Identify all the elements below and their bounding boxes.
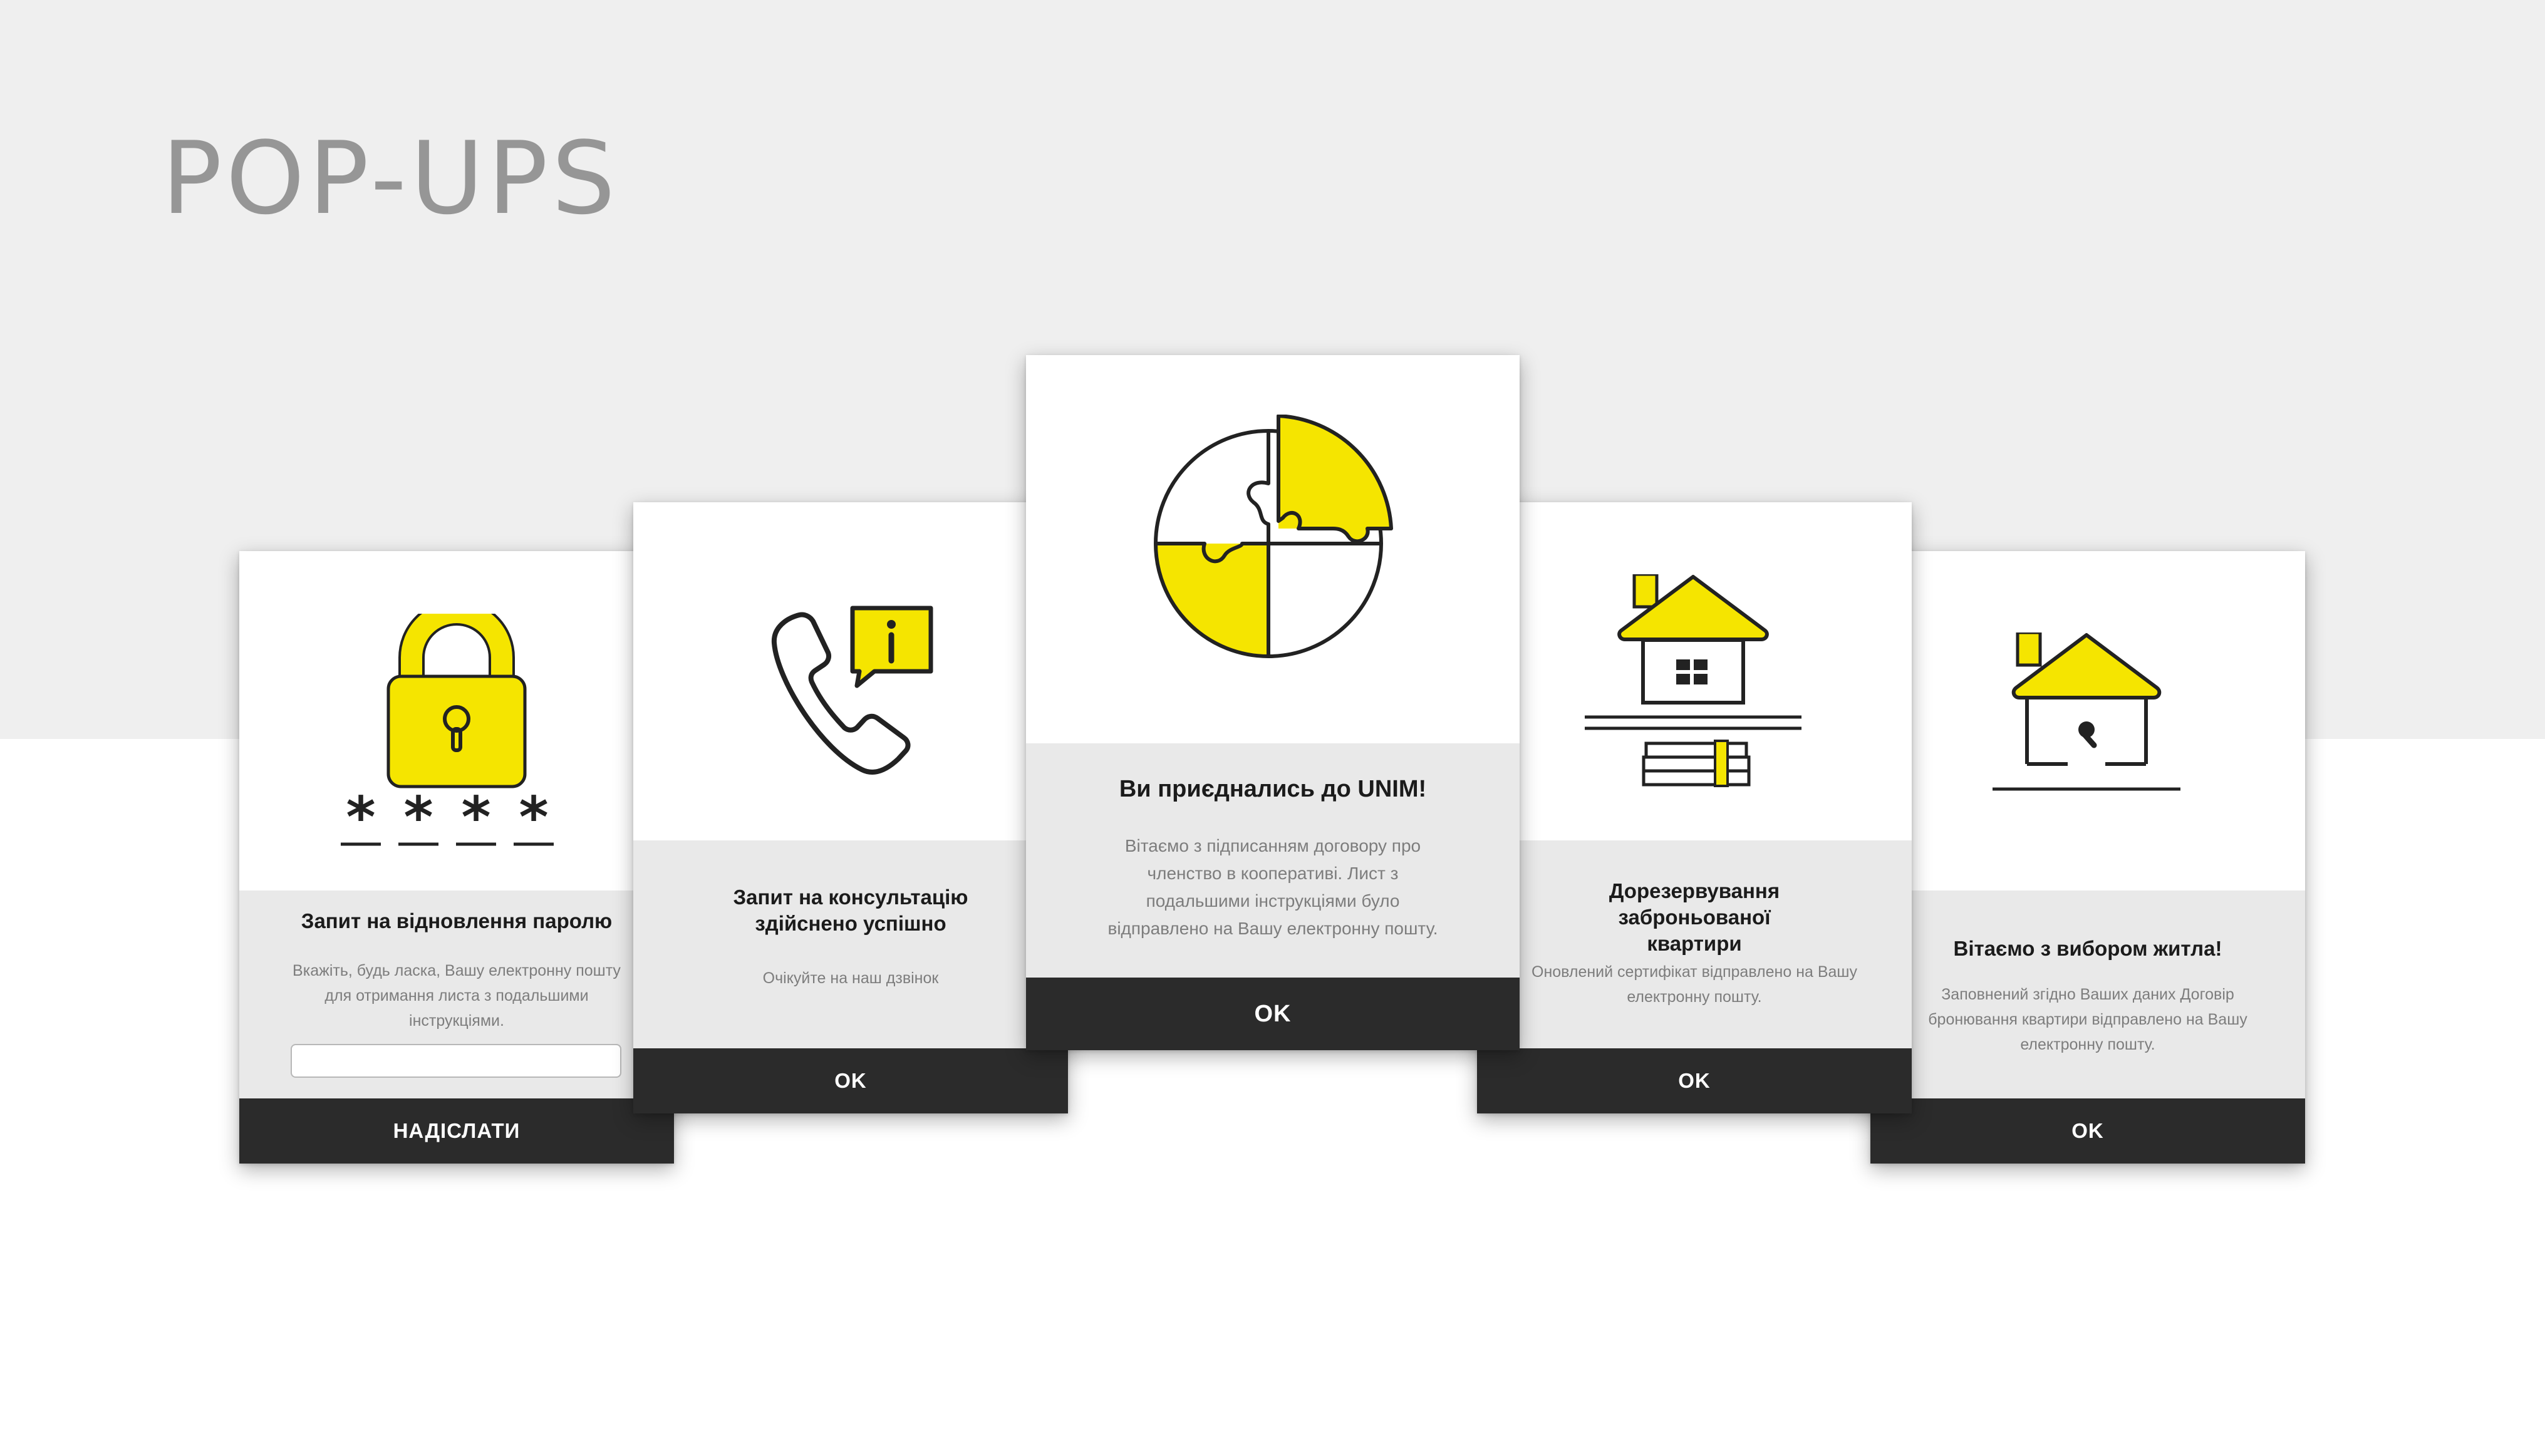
popup-title: Ви приєднались до UNIM! (1119, 776, 1427, 802)
puzzle-circle-icon (1154, 415, 1393, 658)
popup-content: Запит на консультацію здійснено успішно … (633, 840, 1068, 1048)
svg-text:*: * (461, 785, 490, 850)
popup-illustration (1870, 551, 2305, 891)
popup-content: Запит на відновлення паролю Вкажіть, буд… (239, 891, 674, 1098)
svg-text:*: * (346, 785, 375, 850)
svg-text:*: * (519, 785, 548, 850)
popup-illustration (1026, 355, 1520, 743)
house-money-stack-icon (1585, 574, 1801, 787)
popup-illustration (633, 502, 1068, 840)
popup-message: Вітаємо з підписанням договору про членс… (1107, 836, 1438, 938)
popup-message: Оновлений сертифікат відправлено на Вашу… (1532, 963, 1857, 1006)
ok-button[interactable]: OK (1870, 1098, 2305, 1164)
popup-content: Вітаємо з вибором житла! Заповнений згід… (1870, 891, 2305, 1098)
phone-info-icon (771, 606, 933, 775)
popup-content: Ви приєднались до UNIM! Вітаємо з підпис… (1026, 743, 1520, 978)
ok-button[interactable]: OK (633, 1048, 1068, 1113)
ok-button[interactable]: OK (1477, 1048, 1912, 1113)
popup-title: Запит на консультацію здійснено успішно (733, 885, 968, 935)
popup-illustration: * * * * (239, 551, 674, 891)
popup-title: Дорезервування заброньованої квартири (1609, 879, 1780, 955)
popup-title: Запит на відновлення паролю (301, 909, 613, 932)
send-button[interactable]: НАДІСЛАТИ (239, 1098, 674, 1164)
popup-housing-chosen: Вітаємо з вибором житла! Заповнений згід… (1870, 551, 2305, 1164)
popup-additional-reservation: Дорезервування заброньованої квартири Он… (1477, 502, 1912, 1113)
popup-consultation-request: Запит на консультацію здійснено успішно … (633, 502, 1068, 1113)
popup-illustration (1477, 502, 1912, 840)
page-title: POP-UPS (162, 120, 619, 237)
svg-text:*: * (403, 785, 433, 850)
popup-message: Вкажіть, будь ласка, Вашу електронну пош… (293, 962, 621, 1030)
house-keyhole-icon (1993, 632, 2180, 791)
popup-joined-unim: Ви приєднались до UNIM! Вітаємо з підпис… (1026, 355, 1520, 1050)
popup-message: Очікуйте на наш дзвінок (762, 969, 939, 987)
popup-content: Дорезервування заброньованої квартири Он… (1477, 840, 1912, 1048)
popup-message: Заповнений згідно Ваших даних Договір бр… (1928, 986, 2247, 1053)
popup-title: Вітаємо з вибором житла! (1953, 937, 2222, 960)
email-field[interactable] (291, 1044, 621, 1078)
unlock-padlock-password-icon: * * * * (341, 614, 554, 850)
ok-button[interactable]: OK (1026, 978, 1520, 1050)
popup-password-recovery: * * * * Запит на відновлення паролю Вкажіт… (239, 551, 674, 1164)
